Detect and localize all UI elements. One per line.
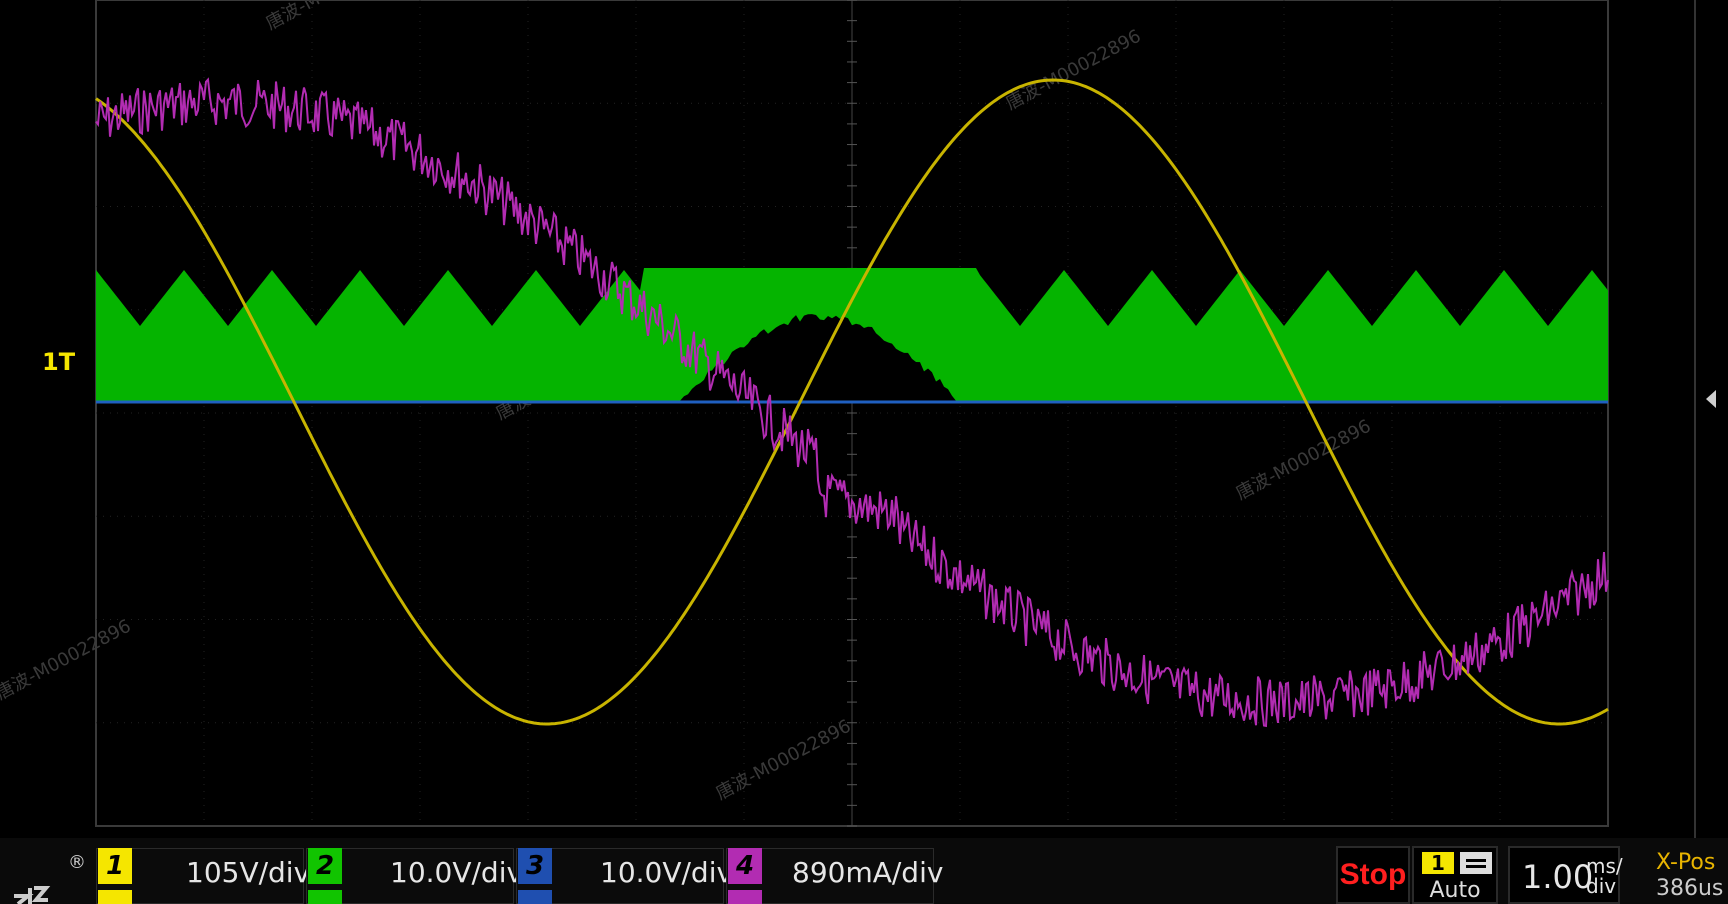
timebase-unit-bottom: div: [1586, 874, 1616, 898]
timebase-panel[interactable]: 1.00 ms/ div: [1508, 846, 1620, 904]
channel-4-badge-lower: [728, 890, 762, 904]
channel-4-badge[interactable]: 4: [728, 848, 762, 884]
waveform-display: 唐波-M00022896唐波-M00022896唐波-M00022896唐波-M…: [0, 0, 1728, 838]
scope-screen: 唐波-M00022896 唐波-M00022896 唐波-M00022896 唐波-M…: [0, 0, 1728, 904]
xpos-value[interactable]: 386us: [1656, 876, 1723, 901]
channel-2-scale: 10.0V/div: [390, 856, 523, 889]
side-divider: [1694, 0, 1696, 838]
svg-text:®: ®: [68, 852, 86, 873]
channel-3-badge-lower: [518, 890, 552, 904]
channel-1-scale: 105V/div: [186, 856, 310, 889]
channel-2-badge-lower: [308, 890, 342, 904]
xpos-label: X-Pos: [1656, 850, 1715, 875]
channel-1-badge-lower: [98, 890, 132, 904]
chevron-left-icon[interactable]: [1706, 390, 1716, 408]
channel-4-scale: 890mA/div: [792, 856, 943, 889]
channel-3-scale: 10.0V/div: [600, 856, 733, 889]
channel-1-badge[interactable]: 1: [98, 848, 132, 884]
trigger-level-marker[interactable]: 1T: [42, 348, 75, 376]
run-stop-button[interactable]: Stop: [1336, 846, 1410, 904]
trigger-source-badge: 1: [1422, 852, 1454, 874]
timebase-value: 1.00: [1522, 858, 1593, 896]
trigger-mode: Auto: [1414, 878, 1496, 903]
menu-icon: [1460, 852, 1492, 874]
channel-2-badge[interactable]: 2: [308, 848, 342, 884]
channel-3-badge[interactable]: 3: [518, 848, 552, 884]
zlg-logo: ®: [8, 848, 88, 904]
trigger-panel[interactable]: 1 Auto: [1412, 846, 1498, 904]
